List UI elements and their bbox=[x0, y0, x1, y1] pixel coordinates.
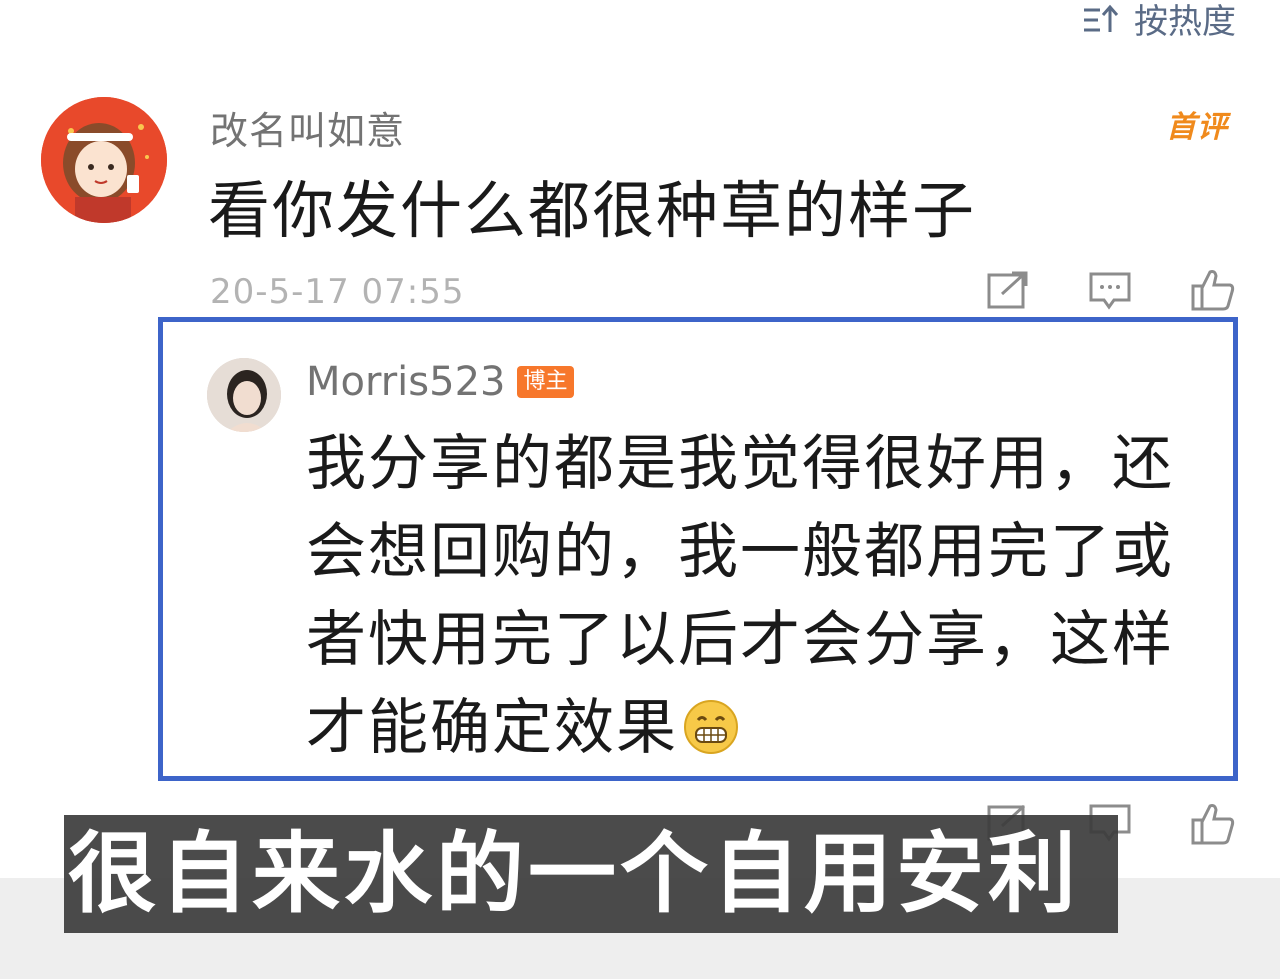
first-comment-badge: 首评 bbox=[1166, 110, 1228, 145]
video-subtitle: 很自来水的一个自用安利 bbox=[64, 815, 1119, 933]
like-icon[interactable] bbox=[1190, 802, 1236, 850]
avatar[interactable] bbox=[41, 97, 167, 223]
share-icon[interactable] bbox=[986, 270, 1030, 310]
grin-emoji-icon bbox=[682, 692, 740, 780]
comment-icon[interactable] bbox=[1088, 270, 1132, 310]
sort-icon bbox=[1082, 2, 1120, 36]
like-icon[interactable] bbox=[1190, 268, 1236, 312]
reply-avatar[interactable] bbox=[207, 358, 281, 432]
sort-label: 按热度 bbox=[1134, 2, 1236, 42]
reply-text-block: 我分享的都是我觉得很好用，还会想回购的，我一般都用完了或者快用完了以后才会分享，… bbox=[306, 420, 1226, 780]
comment-timestamp: 20-5-17 07:55 bbox=[210, 272, 465, 312]
comment-actions bbox=[986, 268, 1236, 312]
reply-text: 我分享的都是我觉得很好用，还会想回购的，我一般都用完了或者快用完了以后才会分享，… bbox=[306, 429, 1174, 763]
blogger-badge: 博主 bbox=[517, 366, 574, 398]
reply-username[interactable]: Morris523 bbox=[306, 359, 505, 405]
comment-page: 按热度 改名叫如意 首评 看你发什么都很种草的样子 20-5-17 07:55 bbox=[0, 0, 1280, 979]
sort-toggle[interactable]: 按热度 bbox=[1082, 0, 1236, 43]
reply-username-row: Morris523 博主 bbox=[306, 359, 574, 405]
comment-text: 看你发什么都很种草的样子 bbox=[208, 174, 977, 247]
comment-username[interactable]: 改名叫如意 bbox=[210, 100, 405, 155]
